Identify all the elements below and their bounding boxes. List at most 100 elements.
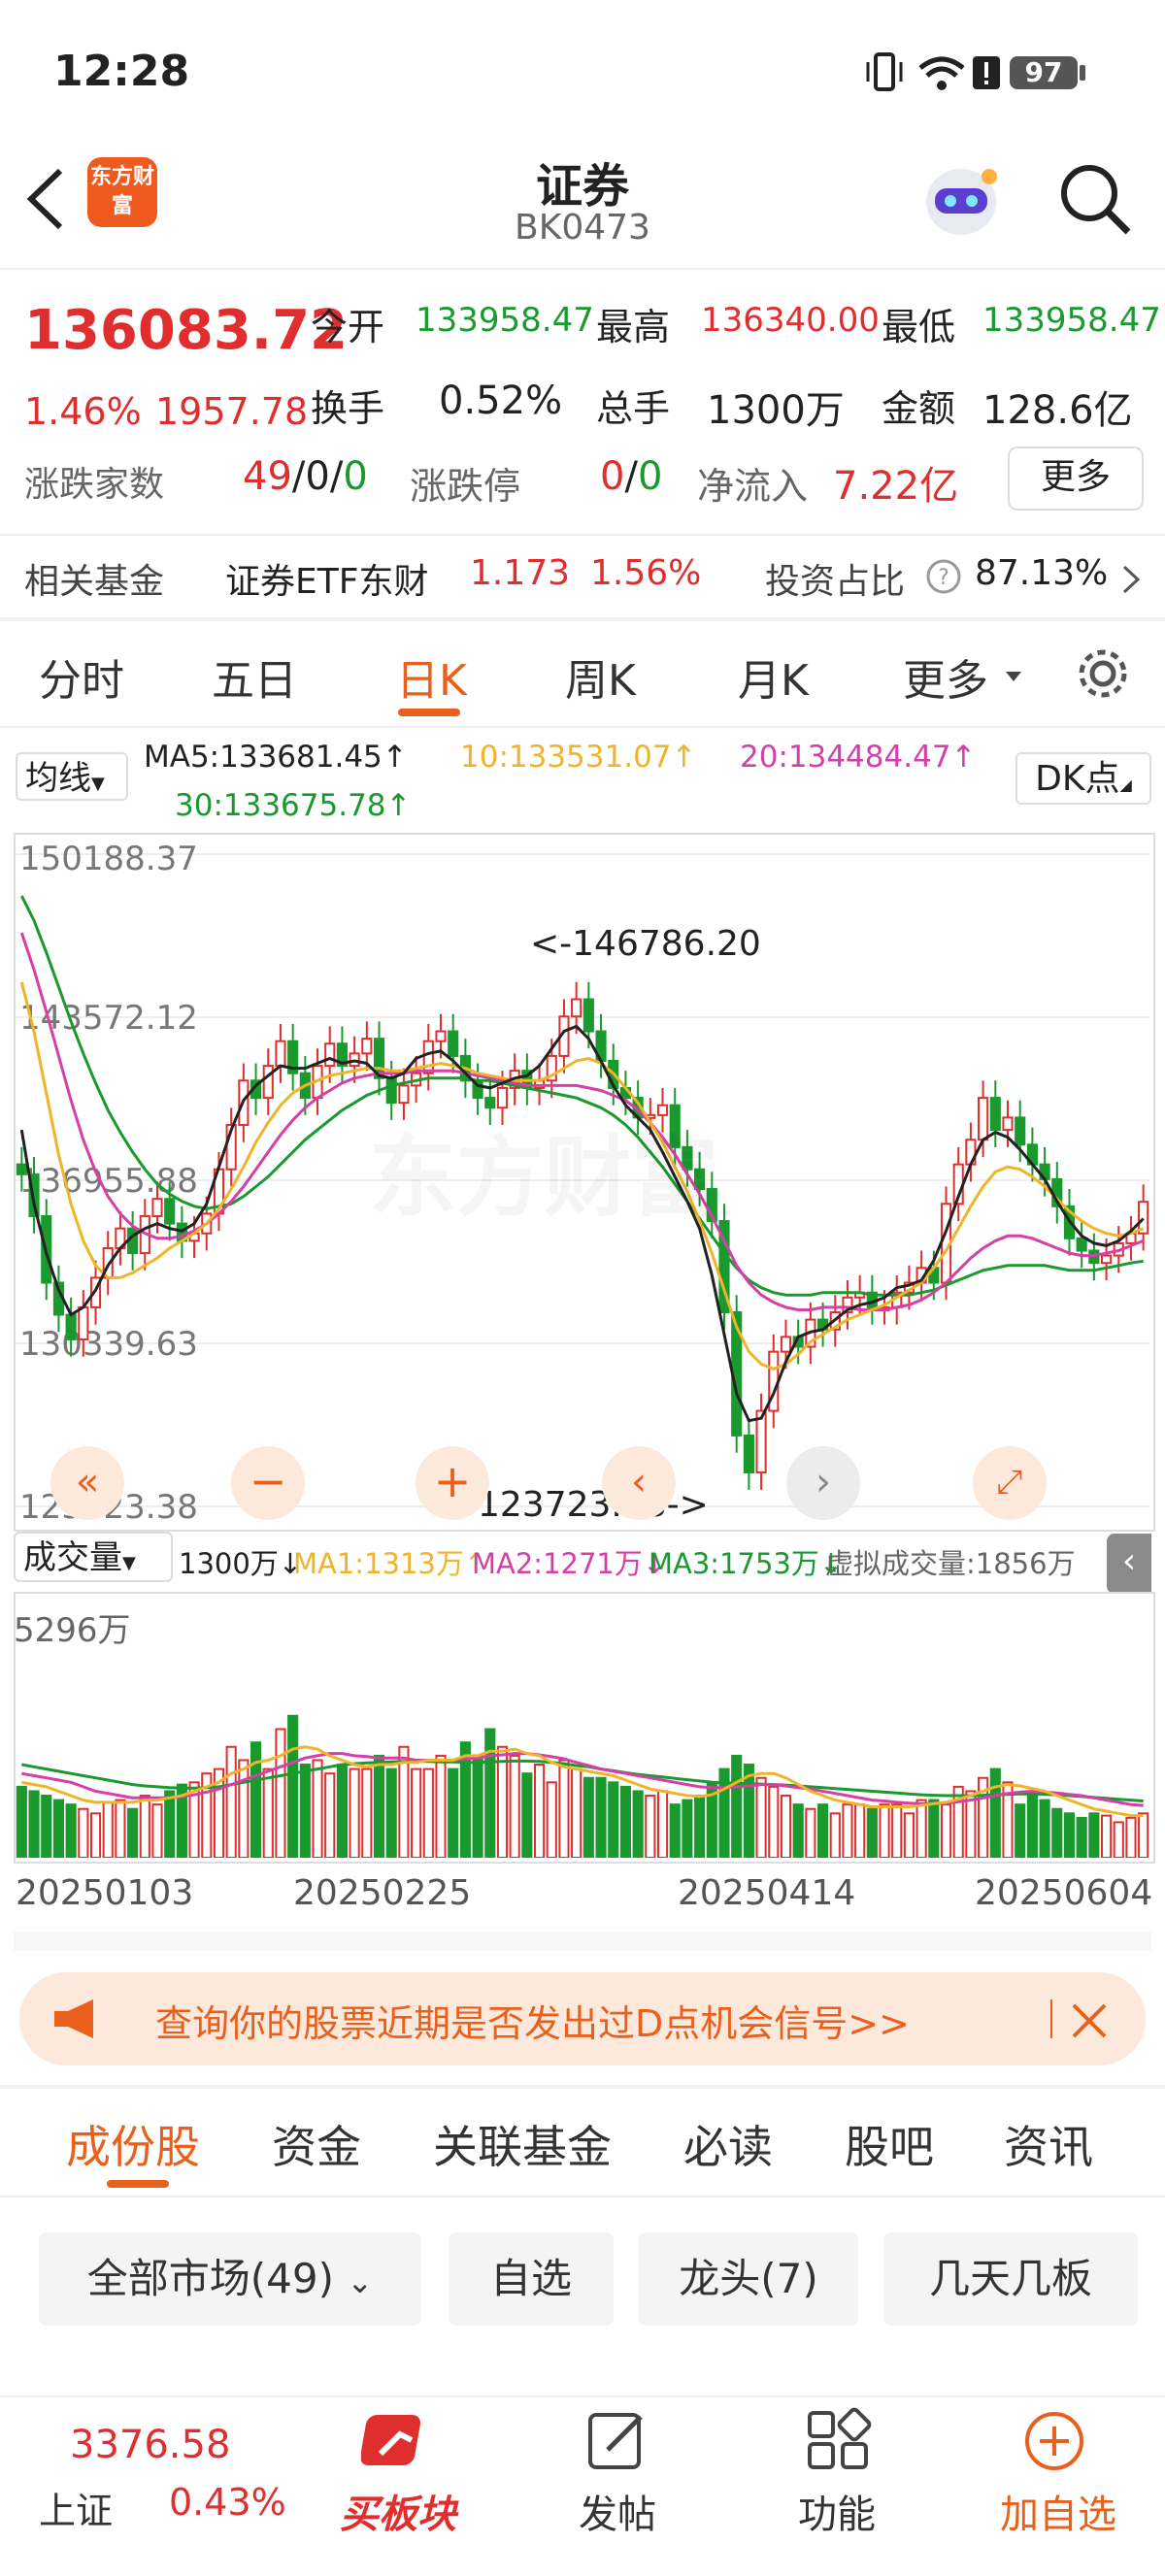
close-icon[interactable] — [1068, 1999, 1111, 2042]
ma-selector[interactable]: 均线▼ — [16, 752, 128, 801]
volume-bar — [792, 1803, 804, 1858]
candle — [16, 1163, 27, 1175]
search-icon[interactable] — [1056, 160, 1134, 238]
dk-point-button[interactable]: DK点◢ — [1015, 752, 1151, 805]
gear-icon[interactable] — [1072, 643, 1134, 705]
zoom-out-button[interactable]: − — [231, 1446, 305, 1520]
volume-bar — [472, 1754, 483, 1858]
volume-bar — [164, 1790, 176, 1858]
tab-five-day[interactable]: 五日 — [212, 645, 297, 708]
panel-toggle-button[interactable]: ‹ — [1107, 1534, 1151, 1594]
ratio-value: 87.13% — [975, 553, 1109, 593]
apps-grid-icon[interactable] — [800, 2407, 878, 2475]
volume-bar — [694, 1795, 706, 1858]
index-pct[interactable]: 0.43% — [169, 2481, 286, 2524]
price-change: 1957.78 — [155, 390, 309, 433]
chevron-right-icon[interactable] — [1116, 563, 1146, 596]
volume-bar — [546, 1781, 557, 1858]
post-button[interactable]: 发帖 — [579, 2483, 656, 2539]
limit-label: 涨跌停 — [410, 465, 521, 508]
zoom-in-button[interactable]: + — [416, 1446, 489, 1520]
robot-assistant-icon[interactable] — [917, 155, 1005, 243]
status-icons — [866, 52, 1085, 91]
limit-counts: 0/0 — [600, 454, 662, 499]
megaphone-icon — [54, 1999, 93, 2038]
fund-name[interactable]: 证券ETF东财 — [225, 553, 428, 604]
index-name[interactable]: 上证 — [39, 2481, 113, 2534]
promo-text[interactable]: 查询你的股票近期是否发出过D点机会信号>> — [155, 1994, 910, 2047]
add-circle-icon[interactable] — [1015, 2407, 1093, 2475]
candle — [1076, 1237, 1087, 1252]
fund-price: 1.173 — [470, 553, 571, 593]
tab-capital[interactable]: 资金 — [272, 2112, 361, 2176]
vibrate-icon — [866, 52, 903, 91]
volume-bar — [336, 1764, 349, 1858]
x-tick-label: 20250414 — [678, 1873, 856, 1913]
volume-bar — [866, 1807, 878, 1858]
divider — [0, 726, 1165, 728]
expand-icon: ⤢ — [996, 1463, 1023, 1502]
tab-related-funds[interactable]: 关联基金 — [433, 2112, 612, 2176]
filter-all-markets[interactable]: 全部市场(49) ⌄ — [39, 2232, 421, 2326]
buy-sector-button[interactable]: 买板块 — [340, 2483, 456, 2539]
volume-bar — [1076, 1816, 1087, 1858]
x-tick-label: 20250103 — [16, 1873, 194, 1913]
battery-level: 97 — [1024, 56, 1063, 88]
amount-value: 128.6亿 — [982, 388, 1133, 433]
corner-caret-icon: ◢ — [1119, 776, 1132, 794]
ma20-value: 20:134484.47↑ — [740, 740, 977, 775]
tab-weekly-k[interactable]: 周K — [565, 645, 636, 708]
filter-consecutive-limits[interactable]: 几天几板 — [883, 2232, 1138, 2326]
index-value[interactable]: 3376.58 — [70, 2423, 230, 2467]
pan-left-button[interactable]: ‹ — [602, 1446, 676, 1520]
index-marker — [136, 2395, 148, 2401]
chevron-right-icon: › — [816, 1460, 831, 1504]
active-tab-indicator — [398, 709, 460, 716]
wifi-icon — [918, 56, 965, 90]
add-watchlist-button[interactable]: 加自选 — [1000, 2483, 1116, 2539]
rewind-button[interactable]: « — [50, 1446, 124, 1520]
candle — [448, 1030, 459, 1057]
volume-bar — [582, 1776, 594, 1858]
tab-must-read[interactable]: 必读 — [683, 2112, 773, 2176]
volume-bar — [928, 1799, 940, 1858]
volume-chart[interactable] — [16, 1594, 1149, 1858]
indicator-selector[interactable]: 成交量▼ — [14, 1532, 173, 1582]
updown-counts: 49/0/0 — [243, 454, 368, 499]
volume-bar — [1088, 1812, 1100, 1858]
tab-intraday[interactable]: 分时 — [39, 645, 124, 708]
alert-icon — [973, 56, 1000, 89]
volume-bar — [41, 1795, 52, 1858]
help-icon[interactable]: ? — [924, 557, 963, 596]
volume-bar — [632, 1790, 644, 1858]
vol-ma2: MA2:1271万↓ — [472, 1547, 667, 1580]
limit-up-count: 0 — [600, 454, 625, 499]
tab-constituents[interactable]: 成份股 — [66, 2112, 200, 2176]
more-button[interactable]: 更多 — [1008, 446, 1144, 511]
tab-more[interactable]: 更多 — [903, 645, 988, 708]
volume-bar — [1051, 1807, 1063, 1858]
pan-right-button[interactable]: › — [786, 1446, 860, 1520]
tab-forum[interactable]: 股吧 — [845, 2112, 934, 2176]
tab-monthly-k[interactable]: 月K — [738, 645, 809, 708]
volume-bar — [533, 1764, 546, 1858]
volume-bar — [829, 1812, 841, 1858]
volume-bar — [1026, 1795, 1038, 1858]
turnover-label: 换手 — [311, 387, 385, 430]
buy-sector-icon[interactable] — [361, 2407, 439, 2475]
filter-watchlist[interactable]: 自选 — [449, 2232, 614, 2326]
functions-button[interactable]: 功能 — [798, 2483, 876, 2539]
amount-label: 金额 — [882, 387, 956, 430]
volume-bar — [151, 1803, 163, 1858]
volume-bar — [731, 1754, 743, 1858]
tab-news[interactable]: 资讯 — [1004, 2112, 1093, 2176]
post-edit-icon[interactable] — [581, 2407, 658, 2475]
volume-bar — [805, 1807, 816, 1858]
filter-leaders[interactable]: 龙头(7) — [639, 2232, 858, 2326]
plus-icon: + — [433, 1455, 472, 1507]
tab-daily-k[interactable]: 日K — [396, 645, 467, 708]
candle — [262, 1065, 274, 1100]
fullscreen-button[interactable]: ⤢ — [973, 1446, 1047, 1520]
watermark-logo: 东方财富 — [369, 1106, 718, 1233]
volume-bar — [411, 1767, 422, 1858]
